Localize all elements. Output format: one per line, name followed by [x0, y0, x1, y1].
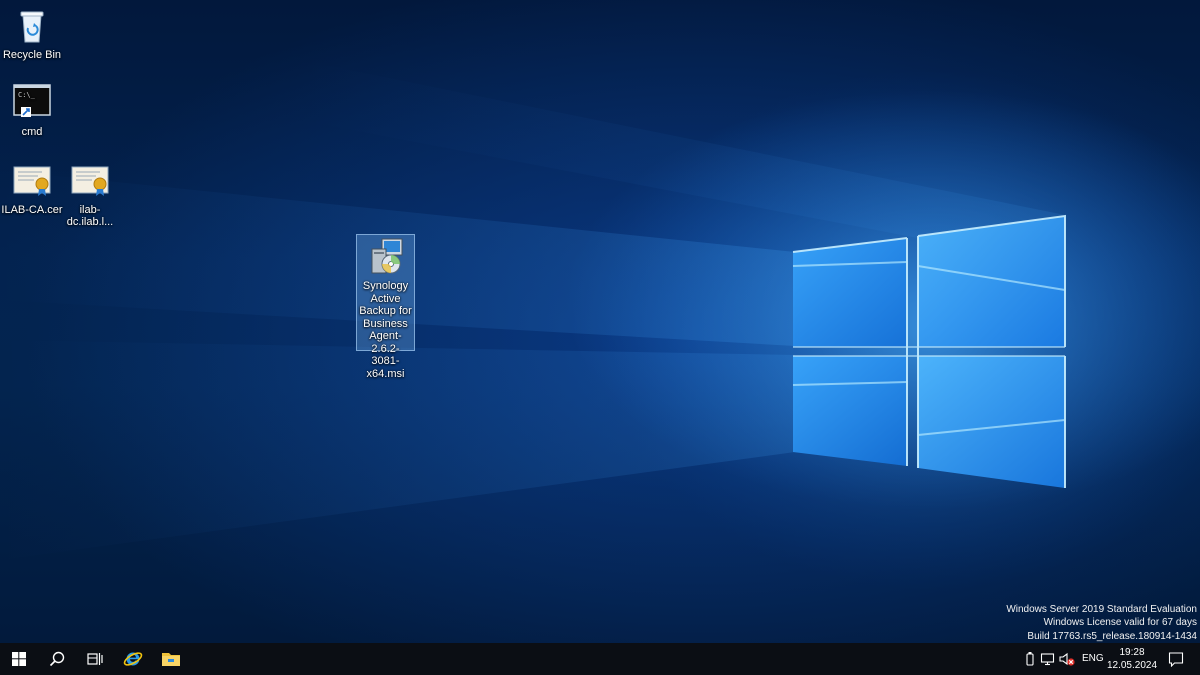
recycle-bin-icon [12, 6, 52, 46]
start-button[interactable] [0, 643, 38, 675]
watermark-build: Build 17763.rs5_release.180914-1434 [1027, 630, 1197, 642]
cmd-shortcut[interactable]: C:\_ cmd [0, 83, 64, 138]
svg-text:C:\_: C:\_ [18, 91, 36, 99]
cmd-icon: C:\_ [12, 83, 52, 123]
watermark-license: Windows License valid for 67 days [1043, 617, 1197, 628]
watermark-edition: Windows Server 2019 Standard Evaluation [1006, 603, 1197, 615]
recycle-bin-label: Recycle Bin [2, 49, 62, 61]
usb-device-icon[interactable] [1022, 651, 1038, 667]
windows-logo-icon [12, 652, 26, 666]
task-view-button[interactable] [76, 643, 114, 675]
msi-installer-icon [366, 237, 406, 277]
notification-icon [1168, 652, 1184, 667]
internet-explorer-icon [123, 652, 143, 666]
file-explorer-taskbar-button[interactable] [152, 643, 190, 675]
cmd-label: cmd [21, 126, 43, 138]
ilab-dc-label: ilab-dc.ilab.l... [66, 204, 114, 228]
search-icon [49, 651, 65, 667]
search-button[interactable] [38, 643, 76, 675]
action-center-button[interactable] [1164, 643, 1188, 675]
taskbar: ENG 19:28 12.05.2024 [0, 643, 1200, 675]
file-explorer-icon [162, 653, 180, 666]
certificate-icon [12, 161, 52, 201]
ilab-ca-certificate-file[interactable]: ILAB-CA.cer [0, 161, 64, 216]
internet-explorer-taskbar-button[interactable] [114, 643, 152, 675]
clock-date: 12.05.2024 [1106, 660, 1158, 671]
desktop-wallpaper [0, 0, 1200, 643]
volume-muted-icon[interactable] [1058, 651, 1076, 667]
input-language-indicator[interactable]: ENG [1082, 653, 1104, 664]
synology-msi-label: Synology Active Backup for Business Agen… [359, 280, 412, 380]
synology-msi-installer-file[interactable]: Synology Active Backup for Business Agen… [356, 234, 415, 380]
network-icon[interactable] [1040, 651, 1056, 667]
windows-evaluation-watermark: Windows Server 2019 Standard Evaluation … [1006, 603, 1197, 644]
ilab-ca-label: ILAB-CA.cer [1, 204, 63, 216]
task-view-icon [87, 653, 103, 665]
ilab-dc-certificate-file[interactable]: ilab-dc.ilab.l... [57, 161, 123, 228]
certificate-icon [70, 161, 110, 201]
system-clock[interactable]: 19:28 12.05.2024 [1106, 646, 1158, 672]
recycle-bin-shortcut[interactable]: Recycle Bin [0, 6, 64, 61]
clock-time: 19:28 [1119, 647, 1145, 658]
